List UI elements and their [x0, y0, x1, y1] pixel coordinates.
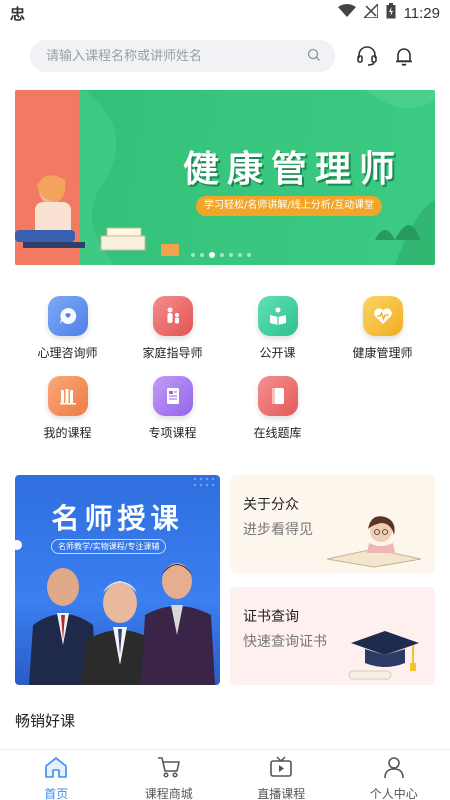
reading-girl-illustration	[326, 516, 422, 568]
pagination-dot[interactable]	[220, 253, 224, 257]
category-label: 专项课程	[148, 426, 197, 440]
status-time: 11:29	[403, 4, 440, 22]
banner-subtitle: 学习轻松/名师讲解/线上分析/互动课堂	[196, 196, 383, 216]
home-icon	[43, 755, 69, 783]
pagination-dot[interactable]	[229, 253, 233, 257]
nav-label: 首页	[44, 787, 69, 800]
famous-teacher-banner[interactable]: 名师授课 名师教学/实物课程/专注课辅	[15, 475, 220, 685]
wifi-icon	[337, 4, 356, 22]
certificate-query-card[interactable]: 证书查询 快速查询证书	[230, 587, 435, 685]
pagination-dot[interactable]	[238, 253, 242, 257]
nav-personal-center[interactable]: 个人中心	[338, 750, 450, 800]
about-card-subtitle: 进步看得见	[243, 522, 313, 538]
hero-banner[interactable]: 健康管理师 学习轻松/名师讲解/线上分析/互动课堂	[15, 90, 435, 265]
pagination-dot[interactable]	[247, 253, 251, 257]
category-label: 健康管理师	[352, 346, 413, 360]
status-bar: 忠 11:29	[0, 0, 450, 26]
category-health-manager[interactable]: 健康管理师	[330, 296, 435, 361]
user-icon	[381, 755, 407, 783]
category-label: 心理咨询师	[37, 346, 98, 360]
about-fenzhong-card[interactable]: 关于分众 进步看得见	[230, 475, 435, 573]
nav-home[interactable]: 首页	[0, 750, 113, 800]
nav-course-mall[interactable]: 课程商城	[113, 750, 226, 800]
category-open-course[interactable]: 公开课	[225, 296, 330, 361]
question-bank-icon	[257, 376, 298, 416]
category-special-course[interactable]: 专项课程	[120, 376, 225, 441]
category-my-courses[interactable]: 我的课程	[15, 376, 120, 441]
customer-service-icon[interactable]	[355, 44, 379, 68]
app-notification-icon: 忠	[10, 4, 26, 23]
banner-pagination	[191, 252, 251, 258]
category-family-guide[interactable]: 家庭指导师	[120, 296, 225, 361]
heartbeat-icon	[362, 296, 403, 336]
cart-icon	[156, 755, 182, 783]
search-header	[30, 40, 450, 72]
live-tv-icon	[268, 755, 294, 783]
nav-label: 直播课程	[257, 787, 306, 800]
nav-label: 个人中心	[369, 787, 418, 800]
psych-chat-icon	[47, 296, 88, 336]
banner-title: 健康管理师	[183, 148, 404, 190]
search-icon[interactable]	[307, 47, 321, 66]
pagination-dot[interactable]	[200, 253, 204, 257]
pagination-dot[interactable]	[209, 252, 215, 258]
family-icon	[152, 296, 193, 336]
my-courses-icon	[47, 376, 88, 416]
pagination-dot[interactable]	[191, 253, 195, 257]
category-psych-counselor[interactable]: 心理咨询师	[15, 296, 120, 361]
section-title-bestsellers: 畅销好课	[15, 712, 76, 730]
battery-icon	[386, 3, 396, 23]
category-question-bank[interactable]: 在线题库	[225, 376, 330, 441]
certificate-card-subtitle: 快速查询证书	[243, 634, 327, 650]
graduation-cap-icon	[348, 631, 419, 680]
search-box[interactable]	[30, 40, 335, 72]
category-label: 在线题库	[253, 426, 302, 440]
category-label: 我的课程	[43, 426, 92, 440]
open-book-icon	[257, 296, 298, 336]
document-icon	[152, 376, 193, 416]
search-input[interactable]	[46, 48, 307, 64]
bottom-navigation: 首页 课程商城 直播课程 个人中心	[0, 749, 450, 800]
nav-label: 课程商城	[144, 787, 193, 800]
category-label: 家庭指导师	[142, 346, 203, 360]
category-label: 公开课	[259, 346, 296, 360]
teachers-photo	[15, 477, 215, 685]
about-card-title: 关于分众	[243, 497, 299, 513]
nav-live-course[interactable]: 直播课程	[225, 750, 338, 800]
certificate-card-title: 证书查询	[243, 609, 299, 625]
no-signal-icon	[361, 2, 379, 22]
bell-icon[interactable]	[392, 44, 416, 68]
